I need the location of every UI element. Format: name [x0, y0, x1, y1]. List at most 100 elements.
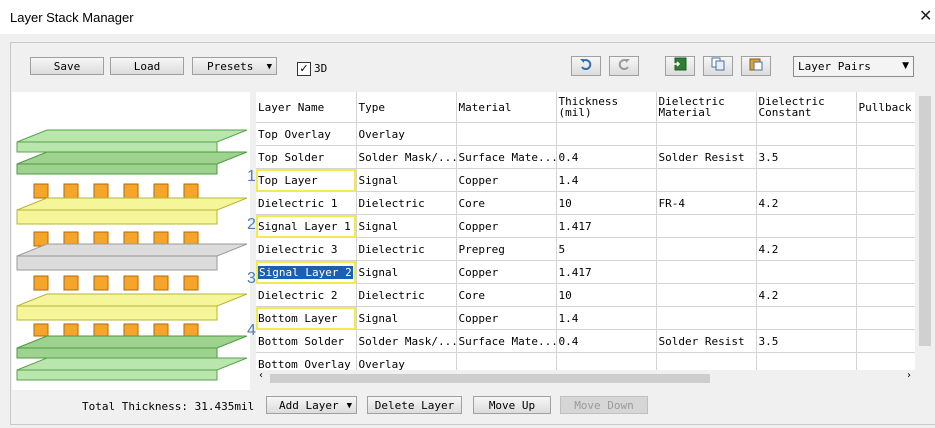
cell-dielectric-material[interactable] [656, 352, 757, 370]
cell-material[interactable]: Core [456, 191, 557, 215]
table-row[interactable]: Signal Layer 1 Signal Copper 1.417 [256, 214, 915, 238]
table-row[interactable]: Top Layer Signal Copper 1.4 [256, 168, 915, 192]
table-row[interactable]: Bottom Solder Solder Mask/... Surface Ma… [256, 329, 915, 353]
cell-dielectric-constant[interactable]: 3.5 [756, 145, 857, 169]
cell-type[interactable]: Solder Mask/... [356, 329, 457, 353]
cell-material[interactable]: Copper [456, 168, 557, 192]
redo-button[interactable] [609, 56, 639, 76]
close-icon[interactable]: ✕ [919, 8, 935, 24]
vertical-scroll-thumb[interactable] [919, 96, 931, 346]
view-select[interactable]: Layer Pairs ▼ [793, 56, 914, 77]
column-header-dielectric-constant[interactable]: Dielectric Constant [756, 92, 857, 123]
table-row[interactable]: Bottom Layer Signal Copper 1.4 [256, 306, 915, 330]
cell-pullback[interactable] [856, 214, 915, 238]
column-header-dielectric-material[interactable]: Dielectric Material [656, 92, 757, 123]
column-header-type[interactable]: Type [356, 92, 457, 123]
cell-pullback[interactable] [856, 237, 915, 261]
table-row[interactable]: Top Solder Solder Mask/... Surface Mate.… [256, 145, 915, 169]
scroll-left-icon[interactable]: ‹ [259, 370, 263, 381]
cell-pullback[interactable] [856, 145, 915, 169]
table-row[interactable]: Bottom Overlay Overlay [256, 352, 915, 370]
cell-dielectric-constant[interactable] [756, 306, 857, 330]
cell-material[interactable]: Surface Mate... [456, 329, 557, 353]
cell-type[interactable]: Overlay [356, 122, 457, 146]
cell-pullback[interactable] [856, 260, 915, 284]
delete-layer-button[interactable]: Delete Layer [367, 396, 462, 414]
cell-layer-name[interactable]: Bottom Overlay [256, 352, 357, 370]
vertical-scrollbar[interactable] [915, 92, 935, 370]
cell-type[interactable]: Dielectric [356, 283, 457, 307]
column-header-pullback[interactable]: Pullback [856, 92, 915, 123]
column-header-material[interactable]: Material [456, 92, 557, 123]
cell-dielectric-constant[interactable] [756, 260, 857, 284]
cell-thickness[interactable]: 0.4 [556, 329, 657, 353]
cell-dielectric-material[interactable]: FR-4 [656, 191, 757, 215]
cell-pullback[interactable] [856, 191, 915, 215]
paste-button[interactable] [741, 56, 771, 76]
cell-dielectric-material[interactable] [656, 122, 757, 146]
cell-thickness[interactable]: 1.417 [556, 214, 657, 238]
cell-layer-name[interactable]: Dielectric 1 [256, 191, 357, 215]
cell-dielectric-material[interactable]: Solder Resist [656, 329, 757, 353]
add-layer-button[interactable]: Add Layer ▼ [266, 396, 357, 414]
cell-material[interactable]: Prepreg [456, 237, 557, 261]
cell-type[interactable]: Signal [356, 168, 457, 192]
table-row[interactable]: Top Overlay Overlay [256, 122, 915, 146]
cell-material[interactable]: Core [456, 283, 557, 307]
cell-thickness[interactable]: 0.4 [556, 145, 657, 169]
cell-thickness[interactable]: 10 [556, 283, 657, 307]
cell-layer-name[interactable]: Top Solder [256, 145, 357, 169]
cell-type[interactable]: Overlay [356, 352, 457, 370]
save-button[interactable]: Save [30, 57, 104, 75]
copy-button[interactable] [703, 56, 733, 76]
scroll-right-icon[interactable]: › [907, 370, 911, 381]
cell-dielectric-constant[interactable] [756, 214, 857, 238]
cell-type[interactable]: Signal [356, 260, 457, 284]
cell-material[interactable]: Copper [456, 306, 557, 330]
cell-dielectric-material[interactable] [656, 283, 757, 307]
cell-dielectric-constant[interactable] [756, 352, 857, 370]
export-button[interactable] [665, 56, 695, 76]
cell-pullback[interactable] [856, 122, 915, 146]
column-header-thickness[interactable]: Thickness (mil) [556, 92, 657, 123]
cell-dielectric-constant[interactable]: 3.5 [756, 329, 857, 353]
cell-material[interactable]: Copper [456, 260, 557, 284]
cell-material[interactable]: Surface Mate... [456, 145, 557, 169]
table-row[interactable]: Dielectric 1 Dielectric Core 10 FR-4 4.2 [256, 191, 915, 215]
table-row[interactable]: Dielectric 2 Dielectric Core 10 4.2 [256, 283, 915, 307]
cell-type[interactable]: Dielectric [356, 191, 457, 215]
cell-dielectric-material[interactable] [656, 237, 757, 261]
horizontal-scrollbar[interactable]: ‹ › [256, 370, 915, 386]
cell-dielectric-constant[interactable] [756, 168, 857, 192]
cell-dielectric-constant[interactable]: 4.2 [756, 283, 857, 307]
cell-layer-name[interactable]: Signal Layer 1 [256, 214, 357, 238]
cell-layer-name[interactable]: Signal Layer 2 [256, 260, 357, 284]
table-row-selected[interactable]: Signal Layer 2 Signal Copper 1.417 [256, 260, 915, 284]
cell-pullback[interactable] [856, 283, 915, 307]
load-button[interactable]: Load [110, 57, 184, 75]
cell-layer-name[interactable]: Top Layer [256, 168, 357, 192]
cell-layer-name[interactable]: Top Overlay [256, 122, 357, 146]
cell-layer-name[interactable]: Dielectric 3 [256, 237, 357, 261]
horizontal-scroll-thumb[interactable] [270, 374, 710, 383]
table-row[interactable]: Dielectric 3 Dielectric Prepreg 5 4.2 [256, 237, 915, 261]
cell-dielectric-material[interactable] [656, 306, 757, 330]
undo-button[interactable] [571, 56, 601, 76]
cell-thickness[interactable]: 1.4 [556, 306, 657, 330]
3d-checkbox[interactable]: ✓ [297, 62, 311, 76]
cell-thickness[interactable] [556, 122, 657, 146]
cell-material[interactable]: Copper [456, 214, 557, 238]
cell-layer-name[interactable]: Bottom Layer [256, 306, 357, 330]
cell-dielectric-material[interactable] [656, 214, 757, 238]
cell-pullback[interactable] [856, 352, 915, 370]
cell-layer-name[interactable]: Bottom Solder [256, 329, 357, 353]
column-header-layer-name[interactable]: Layer Name [256, 92, 357, 123]
cell-layer-name[interactable]: Dielectric 2 [256, 283, 357, 307]
cell-pullback[interactable] [856, 329, 915, 353]
cell-dielectric-constant[interactable]: 4.2 [756, 191, 857, 215]
cell-type[interactable]: Signal [356, 306, 457, 330]
cell-type[interactable]: Signal [356, 214, 457, 238]
cell-dielectric-constant[interactable]: 4.2 [756, 237, 857, 261]
cell-material[interactable] [456, 122, 557, 146]
cell-dielectric-material[interactable] [656, 168, 757, 192]
